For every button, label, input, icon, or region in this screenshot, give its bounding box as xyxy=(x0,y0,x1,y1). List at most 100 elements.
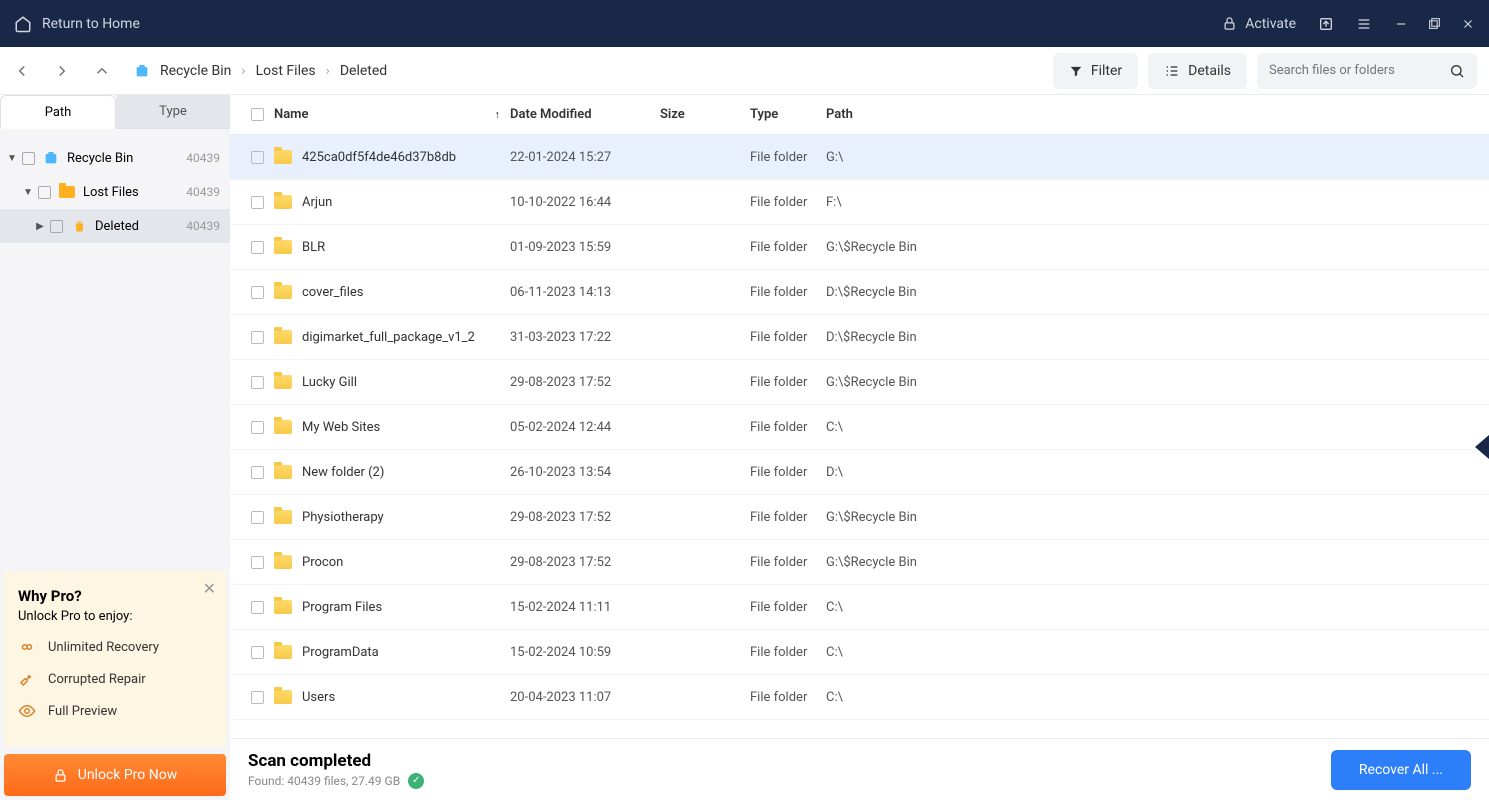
tree-checkbox[interactable] xyxy=(38,186,51,199)
back-button[interactable] xyxy=(12,62,32,80)
row-name: Program Files xyxy=(302,600,382,615)
promo-close-button[interactable]: ✕ xyxy=(203,579,216,598)
row-date: 29-08-2023 17:52 xyxy=(510,555,660,570)
footer: Scan completed Found: 40439 files, 27.49… xyxy=(230,738,1489,800)
search-box[interactable] xyxy=(1257,53,1477,89)
toolbar: Recycle Bin › Lost Files › Deleted Filte… xyxy=(0,47,1489,95)
table-row[interactable]: 425ca0df5f4de46d37b8db22-01-2024 15:27Fi… xyxy=(230,135,1489,180)
unlock-pro-button[interactable]: Unlock Pro Now xyxy=(4,754,226,796)
row-checkbox[interactable] xyxy=(251,241,264,254)
tree-item[interactable]: ▶Deleted40439 xyxy=(0,209,230,243)
maximize-button[interactable] xyxy=(1428,17,1441,30)
table-row[interactable]: ProgramData15-02-2024 10:59File folderC:… xyxy=(230,630,1489,675)
forward-button[interactable] xyxy=(52,62,72,80)
column-name[interactable]: Name ↑ xyxy=(274,107,510,122)
close-button[interactable] xyxy=(1461,17,1475,31)
menu-icon xyxy=(1356,16,1372,32)
activate-button[interactable]: Activate xyxy=(1222,16,1296,32)
row-name: BLR xyxy=(302,240,325,255)
column-size-label: Size xyxy=(660,107,685,122)
tree-toggle-icon[interactable]: ▶ xyxy=(34,221,46,232)
row-path: G:\$Recycle Bin xyxy=(826,375,1489,390)
scan-status-subtitle: Found: 40439 files, 27.49 GB xyxy=(248,774,400,788)
table-row[interactable]: Procon29-08-2023 17:52File folderG:\$Rec… xyxy=(230,540,1489,585)
row-date: 01-09-2023 15:59 xyxy=(510,240,660,255)
row-date: 06-11-2023 14:13 xyxy=(510,285,660,300)
row-type: File folder xyxy=(750,690,826,705)
row-date: 22-01-2024 15:27 xyxy=(510,150,660,165)
row-type: File folder xyxy=(750,510,826,525)
table-row[interactable]: Lucky Gill29-08-2023 17:52File folderG:\… xyxy=(230,360,1489,405)
row-checkbox[interactable] xyxy=(251,601,264,614)
row-checkbox[interactable] xyxy=(251,691,264,704)
tab-path-label: Path xyxy=(45,105,72,120)
column-type[interactable]: Type xyxy=(750,107,826,122)
folder-icon xyxy=(274,465,292,479)
tree-toggle-icon[interactable]: ▼ xyxy=(6,153,18,164)
tree-item[interactable]: ▼Lost Files40439 xyxy=(0,175,230,209)
table-row[interactable]: Arjun10-10-2022 16:44File folderF:\ xyxy=(230,180,1489,225)
up-button[interactable] xyxy=(92,62,112,80)
row-checkbox[interactable] xyxy=(251,421,264,434)
folder-icon xyxy=(274,600,292,614)
activate-label: Activate xyxy=(1245,16,1296,32)
tree-toggle-icon[interactable]: ▼ xyxy=(22,187,34,198)
row-name: New folder (2) xyxy=(302,465,384,480)
row-type: File folder xyxy=(750,195,826,210)
row-checkbox[interactable] xyxy=(251,646,264,659)
tab-type-label: Type xyxy=(159,104,187,119)
menu-button[interactable] xyxy=(1356,16,1372,32)
unlock-pro-label: Unlock Pro Now xyxy=(78,767,177,783)
row-path: G:\$Recycle Bin xyxy=(826,240,1489,255)
arrow-left-icon xyxy=(13,62,31,80)
tree-item[interactable]: ▼Recycle Bin40439 xyxy=(0,141,230,175)
breadcrumb-item[interactable]: Deleted xyxy=(340,63,387,79)
details-button[interactable]: Details xyxy=(1148,53,1247,89)
tree-item-label: Recycle Bin xyxy=(67,151,133,166)
tab-type[interactable]: Type xyxy=(116,95,230,129)
row-checkbox[interactable] xyxy=(251,466,264,479)
row-name: 425ca0df5f4de46d37b8db xyxy=(302,150,456,165)
row-date: 20-04-2023 11:07 xyxy=(510,690,660,705)
row-checkbox[interactable] xyxy=(251,556,264,569)
row-checkbox[interactable] xyxy=(251,376,264,389)
breadcrumb-item[interactable]: Recycle Bin xyxy=(160,63,231,79)
tree-checkbox[interactable] xyxy=(50,220,63,233)
table-row[interactable]: cover_files06-11-2023 14:13File folderD:… xyxy=(230,270,1489,315)
column-headers: Name ↑ Date Modified Size Type Path xyxy=(230,95,1489,135)
column-date[interactable]: Date Modified xyxy=(510,107,660,122)
share-button[interactable] xyxy=(1318,16,1334,32)
table-row[interactable]: Program Files15-02-2024 11:11File folder… xyxy=(230,585,1489,630)
table-row[interactable]: BLR01-09-2023 15:59File folderG:\$Recycl… xyxy=(230,225,1489,270)
return-home-button[interactable]: Return to Home xyxy=(14,15,140,33)
close-icon xyxy=(1461,17,1475,31)
tree-checkbox[interactable] xyxy=(22,152,35,165)
row-type: File folder xyxy=(750,555,826,570)
table-row[interactable]: digimarket_full_package_v1_231-03-2023 1… xyxy=(230,315,1489,360)
search-input[interactable] xyxy=(1269,63,1441,78)
row-type: File folder xyxy=(750,465,826,480)
tab-path[interactable]: Path xyxy=(0,95,116,129)
row-checkbox[interactable] xyxy=(251,331,264,344)
table-row[interactable]: Users20-04-2023 11:07File folderC:\ xyxy=(230,675,1489,720)
promo-title: Why Pro? xyxy=(18,587,212,605)
recover-all-button[interactable]: Recover All ... xyxy=(1331,750,1471,790)
promo-feature-label: Corrupted Repair xyxy=(48,672,146,687)
breadcrumb-item[interactable]: Lost Files xyxy=(256,63,316,79)
table-row[interactable]: My Web Sites05-02-2024 12:44File folderC… xyxy=(230,405,1489,450)
minimize-button[interactable] xyxy=(1394,17,1408,31)
table-row[interactable]: New folder (2)26-10-2023 13:54File folde… xyxy=(230,450,1489,495)
row-name: Arjun xyxy=(302,195,332,210)
breadcrumb: Recycle Bin › Lost Files › Deleted xyxy=(134,63,387,79)
filter-button[interactable]: Filter xyxy=(1053,53,1138,89)
maximize-icon xyxy=(1428,17,1441,30)
row-checkbox[interactable] xyxy=(251,286,264,299)
row-checkbox[interactable] xyxy=(251,196,264,209)
table-row[interactable]: Physiotherapy29-08-2023 17:52File folder… xyxy=(230,495,1489,540)
column-path[interactable]: Path xyxy=(826,107,1489,122)
row-checkbox[interactable] xyxy=(251,151,264,164)
select-all-checkbox[interactable] xyxy=(251,108,264,121)
column-type-label: Type xyxy=(750,107,778,122)
column-size[interactable]: Size xyxy=(660,107,750,122)
row-checkbox[interactable] xyxy=(251,511,264,524)
